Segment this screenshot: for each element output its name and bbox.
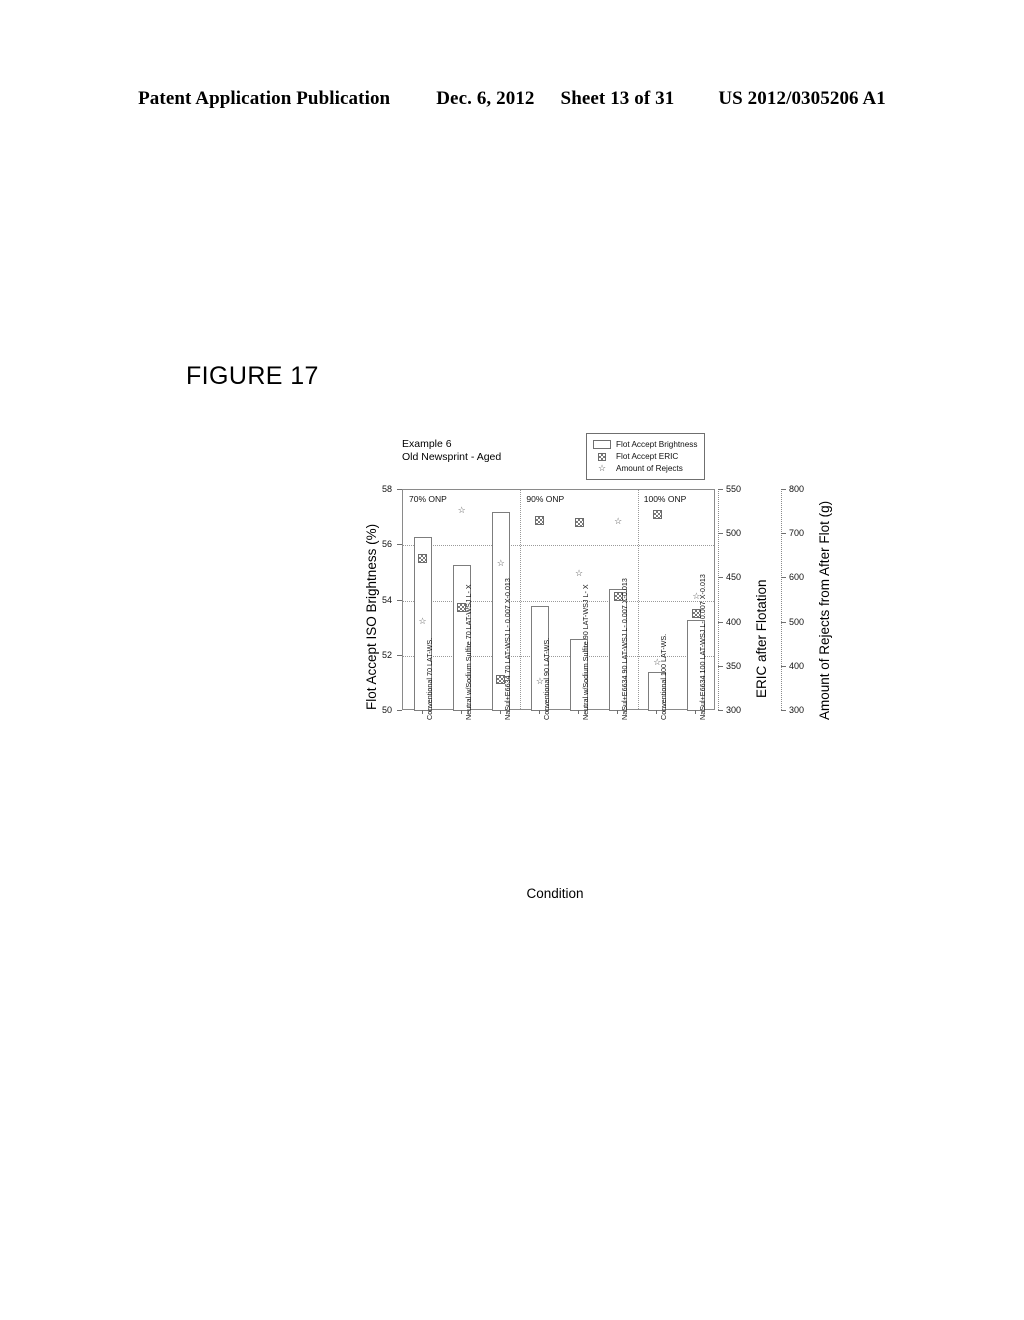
legend-item-brightness: Flot Accept Brightness: [592, 439, 697, 450]
x-tick: [695, 710, 697, 714]
y-tick-rejects: [781, 665, 786, 667]
x-category-label: Conventional 90 LAT-WS.: [541, 637, 551, 720]
y-tick-brightness: [397, 654, 402, 656]
x-category-label: Neutral w/Sodium Sulfite 70 LAT-WSJ L- X: [463, 584, 473, 720]
y-tick-label-rejects: 600: [789, 572, 805, 583]
panel-label: 100% ONP: [643, 494, 687, 504]
header-sheet: Sheet 13 of 31: [560, 88, 675, 109]
star-icon: ☆: [597, 463, 607, 473]
hatched-square-icon: [592, 452, 612, 461]
x-tick: [578, 710, 580, 714]
marker-eric: [652, 510, 662, 520]
y-axis-title-eric: ERIC after Flotation: [754, 579, 769, 698]
y-tick-label-rejects: 300: [789, 705, 805, 715]
y-tick-brightness: [397, 599, 402, 601]
y-tick-brightness: [397, 489, 402, 490]
y-tick-rejects: [781, 489, 786, 490]
figure-label: FIGURE 17: [186, 362, 319, 390]
chart-title: Example 6: [402, 438, 452, 450]
chart-legend: Flot Accept Brightness Flot Accept ERIC …: [586, 433, 706, 480]
y-tick-label-brightness: 52: [381, 649, 392, 660]
y-tick-label-brightness: 50: [381, 705, 392, 715]
y-tick-label-eric: 400: [726, 616, 742, 627]
y-tick-brightness: [397, 544, 402, 546]
legend-label-rejects: Amount of Rejects: [616, 464, 683, 473]
panel-label: 90% ONP: [526, 494, 565, 504]
x-tick: [617, 710, 619, 714]
legend-label-eric: Flot Accept ERIC: [616, 452, 679, 461]
legend-item-eric: Flot Accept ERIC: [592, 451, 697, 462]
y-tick-label-brightness: 56: [381, 539, 392, 550]
x-category-label: NaSul+E6634 90 LAT-WSJ L- 0.007 X-0.013: [620, 578, 630, 720]
x-category-label: Conventional 70 LAT-WS.: [424, 637, 434, 720]
y-tick-label-rejects: 800: [789, 484, 805, 494]
y-tick-label-eric: 350: [726, 660, 742, 671]
x-category-label: NaSul+E6634 70 LAT-WSJ L- 0.007 X-0.013: [502, 578, 512, 720]
y-tick-label-eric: 500: [726, 528, 742, 539]
y-tick-brightness: [397, 710, 402, 711]
y-tick-eric: [718, 533, 723, 535]
y-tick-eric: [718, 710, 723, 711]
header-publication: Patent Application Publication: [138, 88, 391, 109]
x-tick: [460, 710, 462, 714]
marker-rejects: ☆: [457, 504, 466, 515]
patent-header: Patent Application Publication Dec. 6, 2…: [0, 88, 1024, 110]
marker-eric: [418, 553, 428, 563]
y-tick-rejects: [781, 621, 786, 623]
marker-eric: [574, 518, 584, 528]
bar-outline-icon: [592, 440, 612, 449]
marker-eric: [535, 515, 545, 525]
y-tick-label-brightness: 58: [381, 484, 392, 494]
x-tick: [421, 710, 423, 714]
y-tick-label-brightness: 54: [381, 594, 392, 605]
y-tick-label-eric: 300: [726, 705, 742, 715]
panel-divider: [637, 490, 639, 709]
y-tick-label-eric: 550: [726, 484, 742, 494]
panel-label: 70% ONP: [409, 494, 447, 504]
chart-figure-17: Example 6 Old Newsprint - Aged Flot Acce…: [352, 430, 862, 930]
y-tick-eric: [718, 577, 723, 579]
x-category-label: Conventional 100 LAT-WS.: [659, 633, 669, 720]
plot-area: 70% ONP ☆ ☆ ☆ 90% ONP ☆ ☆ ☆ 100% ONP ☆ ☆: [402, 489, 715, 711]
x-axis-title: Condition: [526, 885, 584, 901]
y-tick-label-rejects: 500: [789, 616, 805, 627]
gridline: [403, 545, 714, 547]
y-tick-label-eric: 450: [726, 572, 742, 583]
marker-rejects: ☆: [614, 515, 623, 526]
header-patent-number: US 2012/0305206 A1: [718, 88, 886, 109]
y-tick-eric: [718, 489, 723, 490]
y-tick-label-rejects: 700: [789, 528, 805, 539]
marker-rejects: ☆: [575, 568, 584, 579]
y-tick-eric: [718, 665, 723, 667]
panel-divider: [520, 490, 522, 709]
eric-axis-spine: [718, 489, 719, 710]
rejects-axis-spine: [781, 489, 782, 710]
patent-page: Patent Application Publication Dec. 6, 2…: [0, 0, 1024, 1320]
y-tick-rejects: [781, 533, 786, 535]
chart-subtitle: Old Newsprint - Aged: [402, 450, 502, 463]
y-tick-label-rejects: 400: [789, 660, 805, 671]
marker-rejects: ☆: [496, 558, 505, 569]
y-axis-title-rejects: Amount of Rejects from After Flot (g): [817, 500, 832, 720]
header-date: Dec. 6, 2012: [436, 88, 535, 109]
x-tick: [499, 710, 501, 714]
gridline: [403, 600, 714, 602]
y-axis-title-brightness: Flot Accept ISO Brightness (%): [364, 523, 379, 710]
y-tick-eric: [718, 621, 723, 623]
legend-label-brightness: Flot Accept Brightness: [616, 440, 698, 449]
x-tick: [656, 710, 658, 714]
x-tick: [538, 710, 540, 714]
chart-title-block: Example 6 Old Newsprint - Aged: [402, 438, 501, 463]
x-category-label: NaSul+E6634 100 LAT-WSJ L- 0.007 X-0.013: [698, 574, 708, 720]
x-category-label: Neutral w/Sodium Sulfite 90 LAT-WSJ L- X: [581, 584, 591, 720]
marker-rejects: ☆: [418, 616, 427, 627]
y-tick-rejects: [781, 710, 786, 711]
legend-item-rejects: ☆ Amount of Rejects: [592, 463, 697, 474]
y-tick-rejects: [781, 577, 786, 579]
